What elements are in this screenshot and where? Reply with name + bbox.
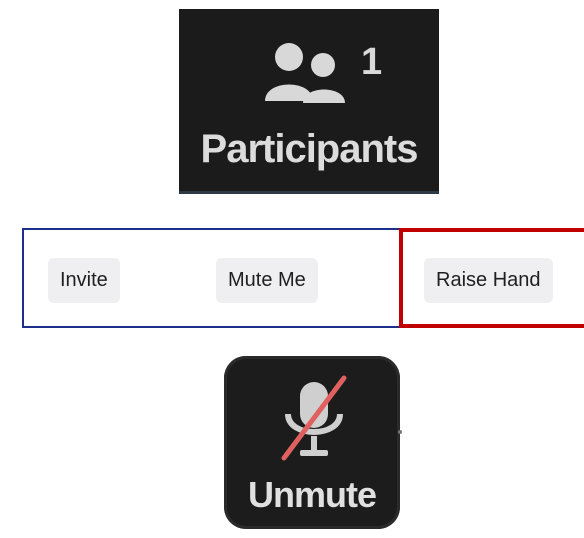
mute-me-button[interactable]: Mute Me [216, 258, 318, 303]
participants-button[interactable]: 1 Participants [179, 9, 439, 194]
unmute-label: Unmute [248, 474, 377, 515]
separator-dot [398, 430, 402, 434]
muted-microphone-icon [281, 375, 347, 461]
screen: 1 Participants Invite Mute Me Raise Hand… [0, 0, 584, 538]
participant-actions-toolbar: Invite Mute Me Raise Hand [22, 228, 584, 328]
unmute-button[interactable]: Unmute [224, 356, 400, 529]
participants-label: Participants [200, 127, 419, 171]
invite-button[interactable]: Invite [48, 258, 120, 303]
raise-hand-button[interactable]: Raise Hand [424, 258, 553, 303]
participant-count: 1 [361, 41, 383, 83]
people-icon [265, 43, 345, 103]
